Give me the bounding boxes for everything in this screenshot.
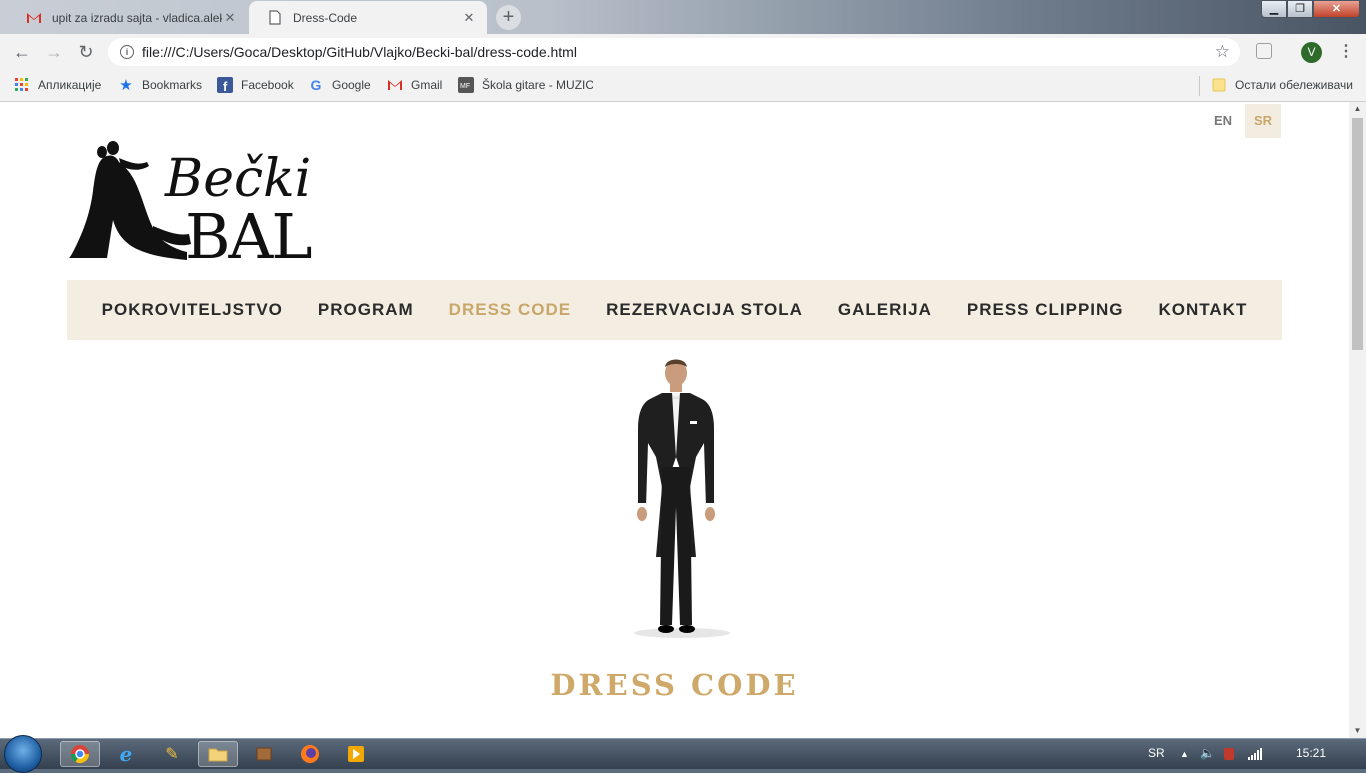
other-bookmarks[interactable]: Остали обележивачи (1211, 76, 1353, 94)
taskbar-firefox[interactable] (290, 741, 330, 767)
taskbar-explorer[interactable] (198, 741, 238, 767)
apps-icon (14, 77, 30, 93)
taskbar-chrome[interactable] (60, 741, 100, 767)
show-hidden-icons[interactable]: ▲ (1180, 749, 1189, 759)
bookmark-label: Facebook (241, 78, 294, 92)
start-button[interactable] (4, 735, 42, 773)
bookmarks-divider (1199, 76, 1200, 96)
maximize-button[interactable]: ❐ (1287, 0, 1313, 18)
tailcoat-image (610, 357, 740, 642)
star-icon: ★ (119, 77, 133, 94)
network-icon[interactable] (1248, 748, 1262, 763)
folder-icon (208, 748, 228, 762)
close-icon[interactable]: ✕ (461, 10, 477, 26)
nav-kontakt[interactable]: KONTAKT (1159, 300, 1248, 320)
logo-bal-text: BAL (185, 200, 311, 262)
security-icon[interactable] (1224, 748, 1234, 760)
bookmark-apps[interactable]: Апликације (14, 76, 101, 94)
tab-title: upit za izradu sajta - vladica.aleks (52, 10, 222, 25)
bookmark-bookmarks[interactable]: ★ Bookmarks (118, 76, 202, 94)
tab-title: Dress-Code (293, 10, 358, 25)
svg-text:f: f (223, 79, 228, 93)
svg-text:MF: MF (460, 83, 470, 90)
menu-icon[interactable]: ⋮ (1338, 42, 1354, 62)
bookmark-label: Апликације (38, 78, 102, 92)
folder-icon (1211, 77, 1227, 93)
archive-icon (256, 747, 272, 761)
mf-icon: MF (458, 77, 474, 93)
page-viewport: EN SR Bečki BAL POKROVITELJSTVO PROGRAM … (0, 102, 1349, 738)
bookmark-label: Google (332, 78, 371, 92)
url-text: file:///C:/Users/Goca/Desktop/GitHub/Vla… (142, 44, 577, 60)
lang-sr-button[interactable]: SR (1245, 104, 1281, 138)
keyboard-language[interactable]: SR (1148, 746, 1165, 760)
bookmark-label: Škola gitare - MUZIC (482, 78, 593, 92)
bookmark-facebook[interactable]: f Facebook (217, 76, 294, 94)
new-tab-button[interactable]: + (496, 5, 521, 30)
firefox-icon (301, 745, 319, 763)
bookmark-star-icon[interactable]: ☆ (1215, 42, 1230, 62)
extension-icon[interactable] (1256, 43, 1272, 59)
info-icon[interactable]: i (120, 45, 134, 59)
volume-icon[interactable]: 🔈 (1200, 746, 1215, 760)
taskbar: e ✎ SR ▲ 🔈 15:21 (0, 735, 1366, 773)
forward-icon[interactable]: → (44, 42, 64, 62)
tab-strip: upit za izradu sajta - vladica.aleks ✕ D… (0, 0, 1366, 34)
site-logo[interactable]: Bečki BAL (67, 136, 313, 273)
nav-rezervacija-stola[interactable]: REZERVACIJA STOLA (606, 300, 803, 320)
bookmark-gmail[interactable]: Gmail (387, 76, 442, 94)
nav-galerija[interactable]: GALERIJA (838, 300, 932, 320)
ie-icon: e (119, 742, 133, 766)
dancing-couple-logo: Bečki BAL (69, 141, 313, 273)
page-icon (267, 10, 283, 26)
google-icon: G (310, 77, 322, 93)
profile-avatar[interactable]: V (1301, 42, 1322, 63)
chrome-icon (71, 745, 89, 764)
tab-dress-code[interactable]: Dress-Code ✕ (249, 1, 487, 34)
lang-en-button[interactable]: EN (1205, 104, 1241, 138)
taskbar-app[interactable]: ✎ (152, 741, 192, 767)
nav-dress-code[interactable]: DRESS CODE (449, 300, 571, 320)
other-bookmarks-label: Остали обележивачи (1235, 78, 1353, 92)
page-scrollbar[interactable]: ▲ ▼ (1349, 102, 1366, 738)
nav-pokroviteljstvo[interactable]: POKROVITELJSTVO (102, 300, 283, 320)
tab-gmail[interactable]: upit za izradu sajta - vladica.aleks ✕ (8, 1, 248, 34)
taskbar-app2[interactable] (244, 741, 284, 767)
nav-program[interactable]: PROGRAM (318, 300, 414, 320)
bookmark-skola-gitare[interactable]: MF Škola gitare - MUZIC (458, 76, 593, 94)
media-player-icon (348, 746, 364, 762)
page-title: DRESS CODE (550, 668, 799, 702)
scroll-down-icon[interactable]: ▼ (1349, 724, 1366, 738)
reload-icon[interactable]: ↻ (76, 42, 96, 62)
app-icon: ✎ (165, 746, 179, 763)
gmail-icon (387, 77, 403, 93)
bookmark-google[interactable]: G Google (308, 76, 371, 94)
address-bar[interactable]: i file:///C:/Users/Goca/Desktop/GitHub/V… (108, 38, 1240, 66)
close-window-button[interactable]: ✕ (1313, 0, 1360, 18)
scroll-up-icon[interactable]: ▲ (1349, 102, 1366, 116)
main-nav: POKROVITELJSTVO PROGRAM DRESS CODE REZER… (67, 280, 1282, 340)
bookmark-label: Bookmarks (142, 78, 203, 92)
close-icon[interactable]: ✕ (222, 10, 238, 26)
bookmark-label: Gmail (411, 78, 443, 92)
nav-press-clipping[interactable]: PRESS CLIPPING (967, 300, 1124, 320)
browser-toolbar: ← → ↻ i file:///C:/Users/Goca/Desktop/Gi… (0, 34, 1366, 70)
minimize-button[interactable]: ▁ (1261, 0, 1287, 18)
back-icon[interactable]: ← (12, 42, 32, 62)
clock[interactable]: 15:21 (1296, 746, 1326, 760)
bookmarks-bar: Апликације ★ Bookmarks f Facebook G Goog… (0, 70, 1366, 102)
scrollbar-thumb[interactable] (1352, 118, 1363, 350)
facebook-icon: f (217, 77, 233, 93)
taskbar-media[interactable] (336, 741, 376, 767)
gmail-icon (26, 10, 42, 26)
taskbar-ie[interactable]: e (106, 741, 146, 767)
